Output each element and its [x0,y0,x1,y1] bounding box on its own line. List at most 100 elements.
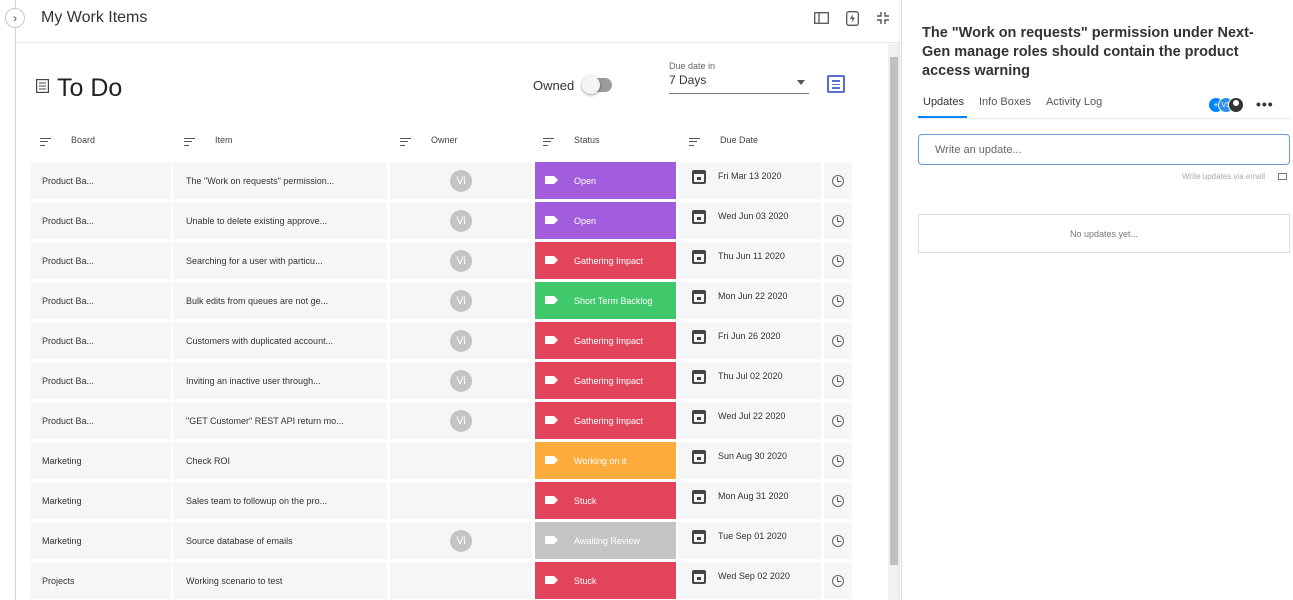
owner-cell[interactable]: Vi [390,402,532,439]
board-cell[interactable]: Product Ba... [30,242,171,279]
sidebar-toggle-icon[interactable] [812,9,830,27]
history-cell[interactable] [824,402,852,439]
history-cell[interactable] [824,522,852,559]
table-row[interactable]: Product Ba... Inviting an inactive user t… [30,362,852,399]
owner-cell[interactable]: Vi [390,522,532,559]
column-header-item[interactable]: Item [184,135,233,146]
table-row[interactable]: Marketing Source database of emails Vi Awai… [30,522,852,559]
expand-sidebar-button[interactable]: › [5,8,25,28]
status-cell[interactable]: Working on it [535,442,676,479]
status-cell[interactable]: Gathering Impact [535,242,676,279]
status-cell[interactable]: Gathering Impact [535,402,676,439]
list-view-button[interactable] [827,75,845,93]
item-cell[interactable]: Unable to delete existing approve... [173,202,387,239]
history-cell[interactable] [824,162,852,199]
item-cell[interactable]: Bulk edits from queues are not ge... [173,282,387,319]
owner-cell[interactable]: Vi [390,362,532,399]
board-cell[interactable]: Product Ba... [30,282,171,319]
item-cell[interactable]: Inviting an inactive user through... [173,362,387,399]
owned-toggle[interactable] [582,76,612,94]
status-cell[interactable]: Short Term Backlog [535,282,676,319]
more-options-button[interactable]: ••• [1256,96,1274,112]
history-cell[interactable] [824,322,852,359]
email-updates-link[interactable]: Write updates via email [1182,172,1265,181]
table-row[interactable]: Product Ba... "GET Customer" REST API ret… [30,402,852,439]
due-date-cell[interactable]: Thu Jun 11 2020 [678,242,821,279]
due-date-cell[interactable]: Wed Jul 22 2020 [678,402,821,439]
board-cell[interactable]: Product Ba... [30,402,171,439]
item-cell[interactable]: Working scenario to test [173,562,387,599]
scroll-thumb[interactable] [890,57,898,565]
status-cell[interactable]: Gathering Impact [535,362,676,399]
owner-cell[interactable]: Vi [390,242,532,279]
status-cell[interactable]: Stuck [535,562,676,599]
due-date-cell[interactable]: Wed Sep 02 2020 [678,562,821,599]
table-row[interactable]: Projects Working scenario to test Stuck Wed… [30,562,852,599]
due-date-cell[interactable]: Mon Jun 22 2020 [678,282,821,319]
status-cell[interactable]: Gathering Impact [535,322,676,359]
column-header-due-date[interactable]: Due Date [689,135,758,146]
item-cell[interactable]: Customers with duplicated account... [173,322,387,359]
item-cell[interactable]: Searching for a user with particu... [173,242,387,279]
tab-updates[interactable]: Updates [923,96,964,108]
table-row[interactable]: Product Ba... Searching for a user with p… [30,242,852,279]
board-cell[interactable]: Product Ba... [30,322,171,359]
owner-cell[interactable]: Vi [390,162,532,199]
history-icon [832,494,844,507]
history-cell[interactable] [824,202,852,239]
table-row[interactable]: Marketing Sales team to followup on the p… [30,482,852,519]
status-label: Gathering Impact [574,415,644,426]
history-cell[interactable] [824,242,852,279]
due-date-cell[interactable]: Tue Sep 01 2020 [678,522,821,559]
history-cell[interactable] [824,562,852,599]
owner-cell[interactable]: Vi [390,282,532,319]
status-cell[interactable]: Open [535,162,676,199]
due-date-cell[interactable]: Fri Mar 13 2020 [678,162,821,199]
due-date-select[interactable]: 7 Days [669,73,809,94]
table-row[interactable]: Product Ba... The "Work on requests" perm… [30,162,852,199]
board-cell[interactable]: Projects [30,562,171,599]
table-row[interactable]: Product Ba... Unable to delete existing a… [30,202,852,239]
scrollbar[interactable] [888,44,900,600]
update-input[interactable]: Write an update... [918,134,1290,165]
board-cell[interactable]: Product Ba... [30,162,171,199]
subscribers[interactable]: + VS [1209,96,1244,114]
owner-cell[interactable] [390,562,532,599]
column-header-owner[interactable]: Owner [400,135,458,146]
board-cell[interactable]: Product Ba... [30,362,171,399]
collapse-icon[interactable] [874,9,892,27]
history-cell[interactable] [824,362,852,399]
status-cell[interactable]: Stuck [535,482,676,519]
owner-cell[interactable]: Vi [390,202,532,239]
item-cell[interactable]: The "Work on requests" permission... [173,162,387,199]
board-cell[interactable]: Marketing [30,442,171,479]
column-header-board[interactable]: Board [40,135,95,146]
table-row[interactable]: Product Ba... Bulk edits from queues are … [30,282,852,319]
item-cell[interactable]: Check ROI [173,442,387,479]
board-cell[interactable]: Product Ba... [30,202,171,239]
owner-cell[interactable] [390,482,532,519]
history-cell[interactable] [824,482,852,519]
due-date-cell[interactable]: Fri Jun 26 2020 [678,322,821,359]
table-row[interactable]: Marketing Check ROI Working on it Sun Aug 3… [30,442,852,479]
due-date-cell[interactable]: Mon Aug 31 2020 [678,482,821,519]
due-date-cell[interactable]: Thu Jul 02 2020 [678,362,821,399]
status-cell[interactable]: Open [535,202,676,239]
table-row[interactable]: Product Ba... Customers with duplicated a… [30,322,852,359]
item-cell[interactable]: Source database of emails [173,522,387,559]
board-cell[interactable]: Marketing [30,482,171,519]
owner-cell[interactable] [390,442,532,479]
due-date-cell[interactable]: Wed Jun 03 2020 [678,202,821,239]
column-header-status[interactable]: Status [543,135,600,146]
tab-activity-log[interactable]: Activity Log [1046,96,1102,108]
history-cell[interactable] [824,282,852,319]
item-cell[interactable]: Sales team to followup on the pro... [173,482,387,519]
item-cell[interactable]: "GET Customer" REST API return mo... [173,402,387,439]
lightning-icon[interactable] [843,9,861,27]
tab-info-boxes[interactable]: Info Boxes [979,96,1031,108]
status-cell[interactable]: Awaiting Review [535,522,676,559]
history-cell[interactable] [824,442,852,479]
board-cell[interactable]: Marketing [30,522,171,559]
owner-cell[interactable]: Vi [390,322,532,359]
due-date-cell[interactable]: Sun Aug 30 2020 [678,442,821,479]
